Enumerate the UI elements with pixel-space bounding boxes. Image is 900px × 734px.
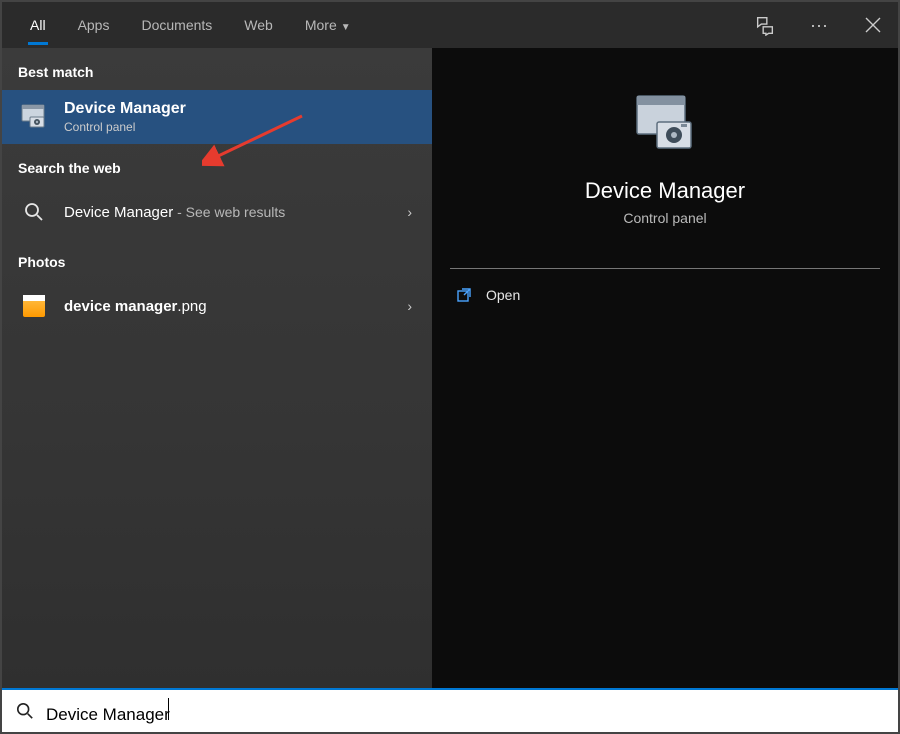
tab-more[interactable]: More ▼ [289,5,367,45]
web-result-suffix: - See web results [173,204,285,220]
topbar-right: ··· [750,2,888,48]
best-match-result[interactable]: Device Manager Control panel [2,90,432,144]
chevron-down-icon: ▼ [341,22,351,33]
best-match-header: Best match [2,48,432,90]
best-match-text: Device Manager Control panel [64,100,186,134]
search-web-header: Search the web [2,144,432,186]
photo-result-name: device manager [64,298,177,315]
search-scope-tabs: All Apps Documents Web More ▼ [14,5,367,45]
preview-pane: Device Manager Control panel Open [432,48,898,688]
web-result-text: Device Manager - See web results [64,204,285,221]
photo-result-ext: .png [177,298,206,315]
photo-result[interactable]: device manager.png › [2,280,432,332]
preview-header: Device Manager Control panel [432,78,898,256]
open-action[interactable]: Open [432,269,898,321]
best-match-title: Device Manager [64,100,186,118]
chevron-right-icon: › [407,204,412,220]
photo-result-text: device manager.png [64,298,207,315]
tab-all[interactable]: All [14,5,62,45]
tab-apps[interactable]: Apps [62,5,126,45]
image-thumbnail-icon [18,290,50,322]
close-icon[interactable] [858,5,888,45]
photos-header: Photos [2,238,432,280]
search-icon [18,196,50,228]
device-manager-large-icon [629,88,701,160]
best-match-subtitle: Control panel [64,120,186,134]
open-icon [456,287,472,303]
device-manager-icon [18,101,50,133]
tab-more-label: More [305,17,337,33]
tab-web[interactable]: Web [228,5,289,45]
text-cursor [168,698,169,720]
preview-subtitle: Control panel [452,210,878,226]
topbar: All Apps Documents Web More ▼ ··· [2,2,898,48]
search-bar[interactable]: Device Manager [2,688,898,732]
feedback-icon[interactable] [750,5,780,45]
web-result[interactable]: Device Manager - See web results › [2,186,432,238]
search-input-value: Device Manager [46,705,170,724]
preview-title: Device Manager [452,178,878,204]
search-input[interactable]: Device Manager [46,698,884,725]
results-pane: Best match Device Manager Control panel … [2,48,432,688]
search-icon [16,702,34,720]
chevron-right-icon: › [407,298,412,314]
more-options-icon[interactable]: ··· [804,5,834,45]
tab-documents[interactable]: Documents [125,5,228,45]
content-area: Best match Device Manager Control panel … [2,48,898,688]
open-label: Open [486,287,520,303]
web-result-query: Device Manager [64,204,173,221]
